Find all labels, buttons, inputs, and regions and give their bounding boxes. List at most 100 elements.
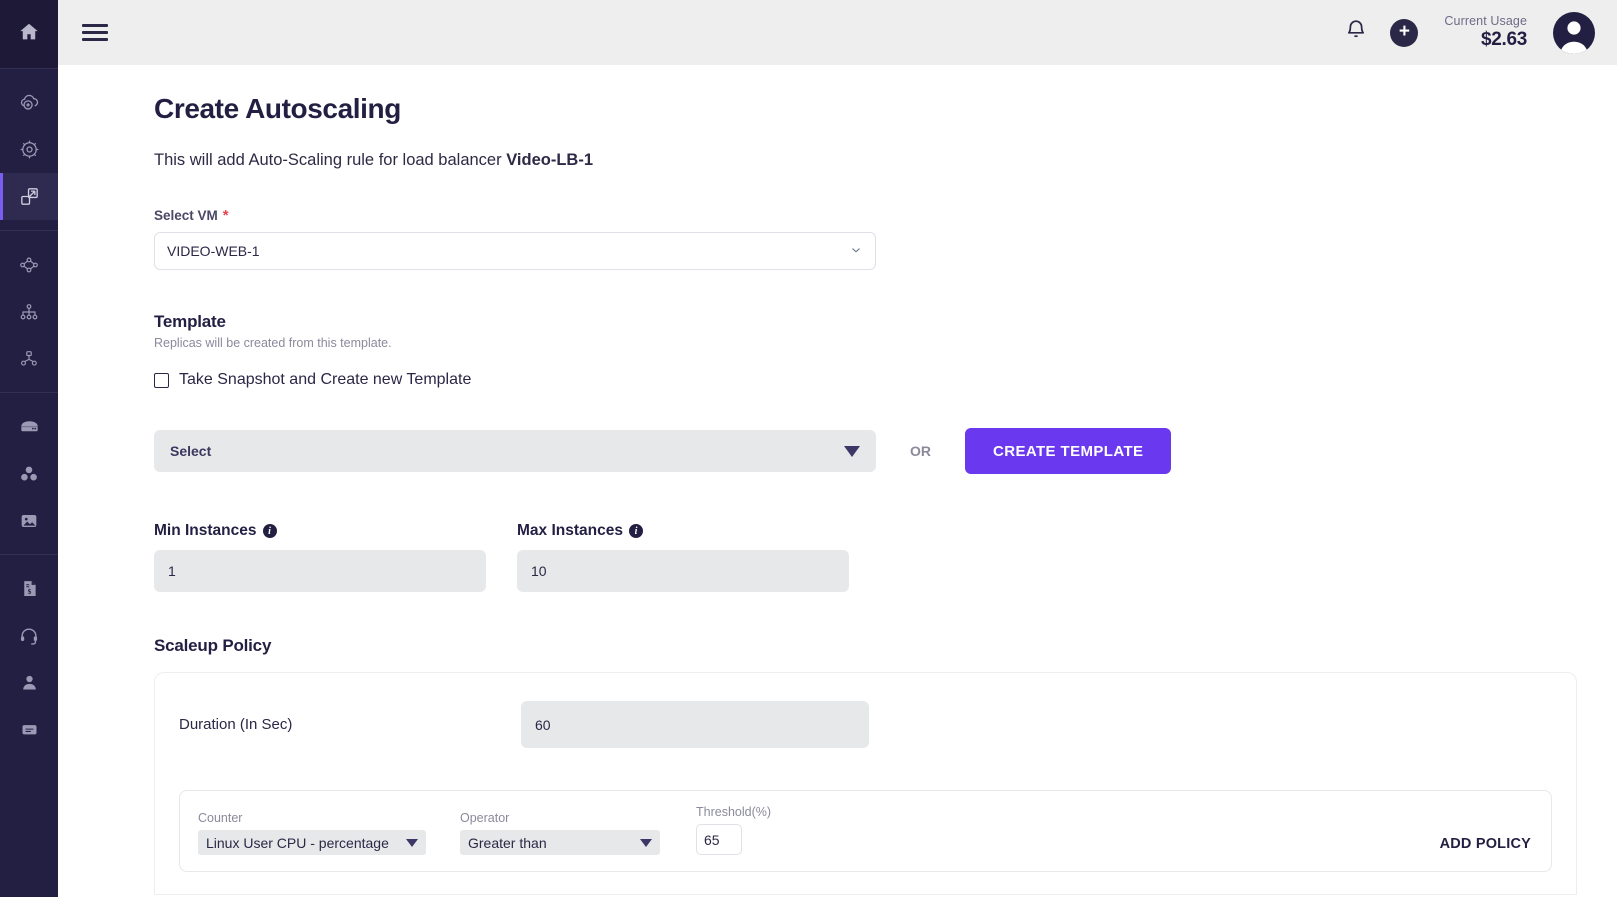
- sidebar-item-network[interactable]: [0, 241, 58, 288]
- user-icon: [19, 672, 40, 693]
- sidebar-group-network: [0, 230, 58, 392]
- hamburger-icon[interactable]: [82, 24, 108, 41]
- duration-label: Duration (In Sec): [179, 716, 293, 733]
- sidebar-group-storage: [0, 392, 58, 554]
- page-subtitle: This will add Auto-Scaling rule for load…: [154, 151, 1577, 170]
- sidebar-item-docs[interactable]: [0, 706, 58, 753]
- scaleup-policy-section: Scaleup Policy Duration (In Sec) Counter…: [154, 636, 1577, 895]
- scaleup-policy-card: Duration (In Sec) Counter Linux User CPU…: [154, 672, 1577, 895]
- usage-label: Current Usage: [1444, 14, 1527, 29]
- max-instances-label: Max Instances i: [517, 522, 849, 540]
- load-balancer-icon: [18, 301, 40, 323]
- select-vm-dropdown[interactable]: VIDEO-WEB-1: [154, 232, 876, 270]
- template-select-value: Select: [170, 443, 212, 459]
- caret-down-icon: [640, 838, 652, 847]
- sidebar-item-support[interactable]: [0, 612, 58, 659]
- select-vm-group: Select VM * VIDEO-WEB-1: [154, 208, 1577, 270]
- caret-down-icon: [844, 445, 860, 457]
- counter-field: Counter Linux User CPU - percentage: [198, 811, 460, 855]
- sidebar-item-account[interactable]: [0, 659, 58, 706]
- bell-icon[interactable]: [1344, 17, 1368, 48]
- sidebar-group-compute: [0, 68, 58, 230]
- threshold-field: Threshold(%): [696, 805, 771, 855]
- sitemap-icon: [18, 348, 40, 370]
- threshold-input[interactable]: [696, 824, 742, 855]
- sidebar-item-load-balancer[interactable]: [0, 288, 58, 335]
- subtitle-prefix: This will add Auto-Scaling rule for load…: [154, 151, 507, 169]
- card-document-icon: [19, 719, 40, 740]
- min-instances-label-text: Min Instances: [154, 522, 257, 539]
- sidebar-item-autoscaling[interactable]: [0, 173, 58, 220]
- cloud-plus-icon: [18, 91, 41, 114]
- operator-value: Greater than: [468, 834, 547, 851]
- sidebar: $: [0, 0, 58, 897]
- max-instances-input[interactable]: [517, 550, 849, 592]
- plus-icon[interactable]: +: [1390, 18, 1419, 47]
- invoice-dollar-icon: $: [19, 578, 40, 599]
- duration-input[interactable]: [521, 701, 869, 748]
- page-title: Create Autoscaling: [154, 93, 401, 124]
- kubernetes-helm-icon: [18, 138, 41, 161]
- add-policy-button[interactable]: ADD POLICY: [1440, 836, 1531, 852]
- main-column: + Current Usage $2.63 Create Autoscaling…: [58, 0, 1617, 897]
- min-instances-label: Min Instances i: [154, 522, 486, 540]
- required-marker: *: [222, 207, 229, 224]
- subtitle-loadbalancer-name: Video-LB-1: [506, 151, 593, 169]
- sidebar-item-cloud[interactable]: [0, 79, 58, 126]
- create-template-button[interactable]: CREATE TEMPLATE: [965, 428, 1172, 474]
- page-content: Create Autoscaling This will add Auto-Sc…: [58, 65, 1617, 897]
- topbar-actions: + Current Usage $2.63: [1344, 11, 1595, 54]
- sidebar-item-sitemap[interactable]: [0, 335, 58, 382]
- headset-support-icon: [18, 625, 40, 647]
- svg-text:$: $: [27, 587, 31, 596]
- min-instances-input[interactable]: [154, 550, 486, 592]
- min-instances-group: Min Instances i: [154, 522, 486, 592]
- sidebar-item-kubernetes[interactable]: [0, 126, 58, 173]
- autoscaling-expand-icon: [18, 185, 41, 208]
- image-icon: [18, 510, 40, 532]
- network-topology-icon: [18, 254, 40, 276]
- template-section: Template Replicas will be created from t…: [154, 312, 1577, 474]
- sidebar-item-images[interactable]: [0, 497, 58, 544]
- user-avatar-icon: [1560, 20, 1588, 54]
- sidebar-item-storage[interactable]: [0, 403, 58, 450]
- sidebar-item-home[interactable]: [0, 0, 58, 68]
- home-icon: [18, 21, 40, 48]
- take-snapshot-label: Take Snapshot and Create new Template: [179, 371, 472, 388]
- topbar: + Current Usage $2.63: [58, 0, 1617, 65]
- counter-value: Linux User CPU - percentage: [206, 834, 389, 851]
- instances-row: Min Instances i Max Instances i: [154, 522, 1577, 592]
- template-select-dropdown[interactable]: Select: [154, 430, 876, 472]
- select-vm-label: Select VM *: [154, 208, 1577, 223]
- template-description: Replicas will be created from this templ…: [154, 336, 392, 350]
- max-instances-label-text: Max Instances: [517, 522, 623, 539]
- chevron-down-icon: [849, 243, 863, 260]
- select-vm-label-text: Select VM: [154, 208, 218, 223]
- sidebar-group-account: $: [0, 554, 58, 763]
- info-icon[interactable]: i: [262, 524, 277, 538]
- operator-label: Operator: [460, 811, 510, 825]
- info-icon[interactable]: i: [628, 524, 643, 538]
- policy-row-card: Counter Linux User CPU - percentage Oper…: [179, 790, 1552, 872]
- avatar[interactable]: [1553, 11, 1595, 54]
- scaleup-policy-title: Scaleup Policy: [154, 636, 272, 655]
- current-usage: Current Usage $2.63: [1444, 14, 1527, 50]
- sidebar-item-blocks[interactable]: [0, 450, 58, 497]
- threshold-label: Threshold(%): [696, 805, 772, 819]
- take-snapshot-checkbox[interactable]: [154, 372, 169, 388]
- caret-down-icon: [406, 838, 418, 847]
- storage-server-icon: [18, 415, 41, 438]
- operator-field: Operator Greater than: [460, 811, 696, 855]
- counter-dropdown[interactable]: Linux User CPU - percentage: [198, 830, 426, 855]
- usage-amount: $2.63: [1480, 28, 1527, 50]
- select-vm-value: VIDEO-WEB-1: [167, 243, 260, 259]
- blocks-cubes-icon: [18, 463, 40, 485]
- max-instances-group: Max Instances i: [517, 522, 849, 592]
- take-snapshot-checkbox-row[interactable]: Take Snapshot and Create new Template: [154, 371, 1577, 389]
- sidebar-item-billing[interactable]: $: [0, 565, 58, 612]
- operator-dropdown[interactable]: Greater than: [460, 830, 660, 855]
- duration-row: Duration (In Sec): [179, 701, 1552, 748]
- or-separator: OR: [910, 443, 931, 459]
- template-select-row: Select OR CREATE TEMPLATE: [154, 428, 1577, 474]
- counter-label: Counter: [198, 811, 243, 825]
